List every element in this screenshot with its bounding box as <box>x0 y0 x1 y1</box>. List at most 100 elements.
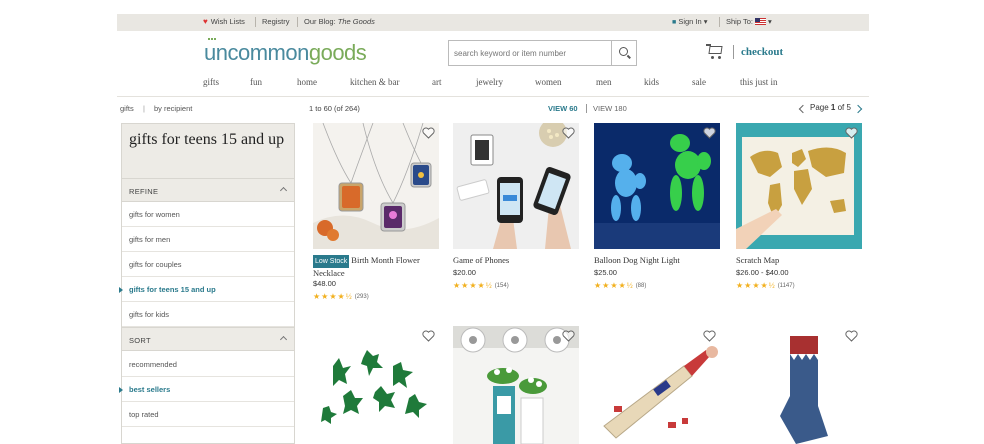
nav-item-this-just-in[interactable]: this just in <box>740 77 778 87</box>
search-icon <box>619 47 628 56</box>
chevron-left-icon[interactable] <box>798 104 808 114</box>
product-title[interactable]: Scratch Map <box>736 255 876 266</box>
divider <box>297 17 298 27</box>
heart-icon: ♥ <box>203 17 208 26</box>
caret-down-icon: ▾ <box>767 17 772 26</box>
star-rating: ★★★★½ (1147) <box>736 281 795 290</box>
product-card[interactable] <box>313 326 439 444</box>
heart-icon[interactable] <box>703 127 716 139</box>
refine-header[interactable]: REFINE <box>122 178 294 202</box>
refine-item-couples[interactable]: gifts for couples <box>122 252 294 277</box>
breadcrumb-separator: | <box>143 104 145 113</box>
heart-icon[interactable] <box>562 127 575 139</box>
sort-item-recommended[interactable]: recommended <box>122 352 294 377</box>
nav-item-men[interactable]: men <box>596 77 612 87</box>
refine-label: REFINE <box>129 187 159 196</box>
cart-icon[interactable] <box>706 44 724 60</box>
nav-item-gifts[interactable]: gifts <box>203 77 219 87</box>
review-count: (1147) <box>777 283 795 289</box>
caret-down-icon: ▾ <box>703 17 708 26</box>
nav-item-art[interactable]: art <box>432 77 442 87</box>
blog-link[interactable]: Our Blog: The Goods <box>304 17 375 26</box>
sign-in-label: Sign In <box>678 17 702 26</box>
product-card[interactable]: Low Stock Birth Month Flower Necklace $48… <box>313 123 439 303</box>
review-count: (293) <box>354 294 369 300</box>
heart-icon[interactable] <box>845 330 858 342</box>
ship-to-selector[interactable]: Ship To: ▾ <box>726 17 772 26</box>
product-card[interactable] <box>594 326 720 444</box>
nav-item-kids[interactable]: kids <box>644 77 659 87</box>
search-button[interactable] <box>611 41 636 65</box>
heart-icon[interactable] <box>703 330 716 342</box>
product-card[interactable] <box>453 326 579 444</box>
logo-part-2: goods <box>308 40 367 65</box>
registry-link[interactable]: Registry <box>262 17 290 26</box>
page-current: 1 <box>830 103 836 112</box>
product-image-army-men[interactable] <box>313 326 439 444</box>
product-card[interactable]: Scratch Map $26.00 - $40.00 ★★★★½ (1147) <box>736 123 862 303</box>
search-input[interactable] <box>449 41 612 65</box>
search-box <box>448 40 637 66</box>
sort-header[interactable]: SORT <box>122 327 294 351</box>
refine-item-women[interactable]: gifts for women <box>122 202 294 227</box>
product-image-necklace[interactable] <box>313 123 439 249</box>
logo-part-1: uncommon <box>204 40 309 65</box>
blog-name: The Goods <box>337 17 375 26</box>
refine-item-kids[interactable]: gifts for kids <box>122 302 294 327</box>
product-price: $25.00 <box>594 268 617 277</box>
nav-item-sale[interactable]: sale <box>692 77 706 87</box>
chevron-right-icon[interactable] <box>853 104 863 114</box>
divider <box>255 17 256 27</box>
product-card[interactable] <box>736 326 862 444</box>
chevron-up-icon <box>279 335 288 344</box>
ship-to-label: Ship To: <box>726 17 753 26</box>
checkout-link[interactable]: checkout <box>741 46 783 58</box>
heart-icon[interactable] <box>845 127 858 139</box>
chevron-up-icon <box>279 186 288 195</box>
page-total: of 5 <box>837 103 851 112</box>
sidebar: gifts for teens 15 and up REFINE gifts f… <box>119 123 295 444</box>
refine-item-men[interactable]: gifts for men <box>122 227 294 252</box>
product-card[interactable]: Balloon Dog Night Light $25.00 ★★★★½ (88) <box>594 123 720 303</box>
divider <box>117 96 869 97</box>
sign-in-link[interactable]: ■ Sign In ▾ <box>672 17 708 26</box>
product-image-scratch-map[interactable] <box>736 123 862 249</box>
review-count: (88) <box>635 283 647 289</box>
breadcrumb-gifts[interactable]: gifts <box>120 104 134 113</box>
product-image-shark-socks[interactable] <box>736 326 862 444</box>
nav-item-fun[interactable]: fun <box>250 77 262 87</box>
logo[interactable]: uncommongoods <box>204 40 367 66</box>
view-60-button[interactable]: VIEW 60 <box>548 104 578 113</box>
page-label: Page <box>810 103 829 112</box>
star-rating: ★★★★½ (88) <box>594 281 647 290</box>
heart-icon[interactable] <box>422 127 435 139</box>
product-price: $26.00 - $40.00 <box>736 268 789 277</box>
sort-item-top-rated[interactable]: top rated <box>122 402 294 427</box>
product-price: $48.00 <box>313 279 336 288</box>
heart-icon[interactable] <box>562 330 575 342</box>
utility-bar: ♥ Wish Lists Registry Our Blog: The Goods… <box>117 14 869 31</box>
refine-item-teens[interactable]: gifts for teens 15 and up <box>119 277 294 302</box>
product-image-balloon-dog[interactable] <box>594 123 720 249</box>
nav-item-home[interactable]: home <box>297 77 317 87</box>
product-card[interactable]: Game of Phones $20.00 ★★★★½ (154) <box>453 123 579 303</box>
product-title[interactable]: Low Stock Birth Month Flower Necklace <box>313 255 453 279</box>
wish-lists-link[interactable]: ♥ Wish Lists <box>203 17 245 26</box>
us-flag-icon <box>754 18 766 25</box>
nav-item-jewelry[interactable]: jewelry <box>476 77 503 87</box>
user-icon: ■ <box>672 19 677 26</box>
product-title[interactable]: Game of Phones <box>453 255 593 266</box>
sort-item-best-sellers[interactable]: best sellers <box>119 377 294 402</box>
product-image-game-of-phones[interactable] <box>453 123 579 249</box>
product-image-toilet-paper-planter[interactable] <box>453 326 579 444</box>
results-count: 1 to 60 (of 264) <box>309 104 360 113</box>
heart-icon[interactable] <box>422 330 435 342</box>
product-title[interactable]: Balloon Dog Night Light <box>594 255 734 266</box>
nav-item-women[interactable]: women <box>535 77 562 87</box>
nav-item-kitchen-bar[interactable]: kitchen & bar <box>350 77 399 87</box>
wish-lists-label: Wish Lists <box>210 17 245 26</box>
low-stock-badge: Low Stock <box>313 255 350 268</box>
divider <box>733 45 734 59</box>
view-180-button[interactable]: VIEW 180 <box>593 104 627 113</box>
product-image-cricket-bat[interactable] <box>594 326 720 444</box>
